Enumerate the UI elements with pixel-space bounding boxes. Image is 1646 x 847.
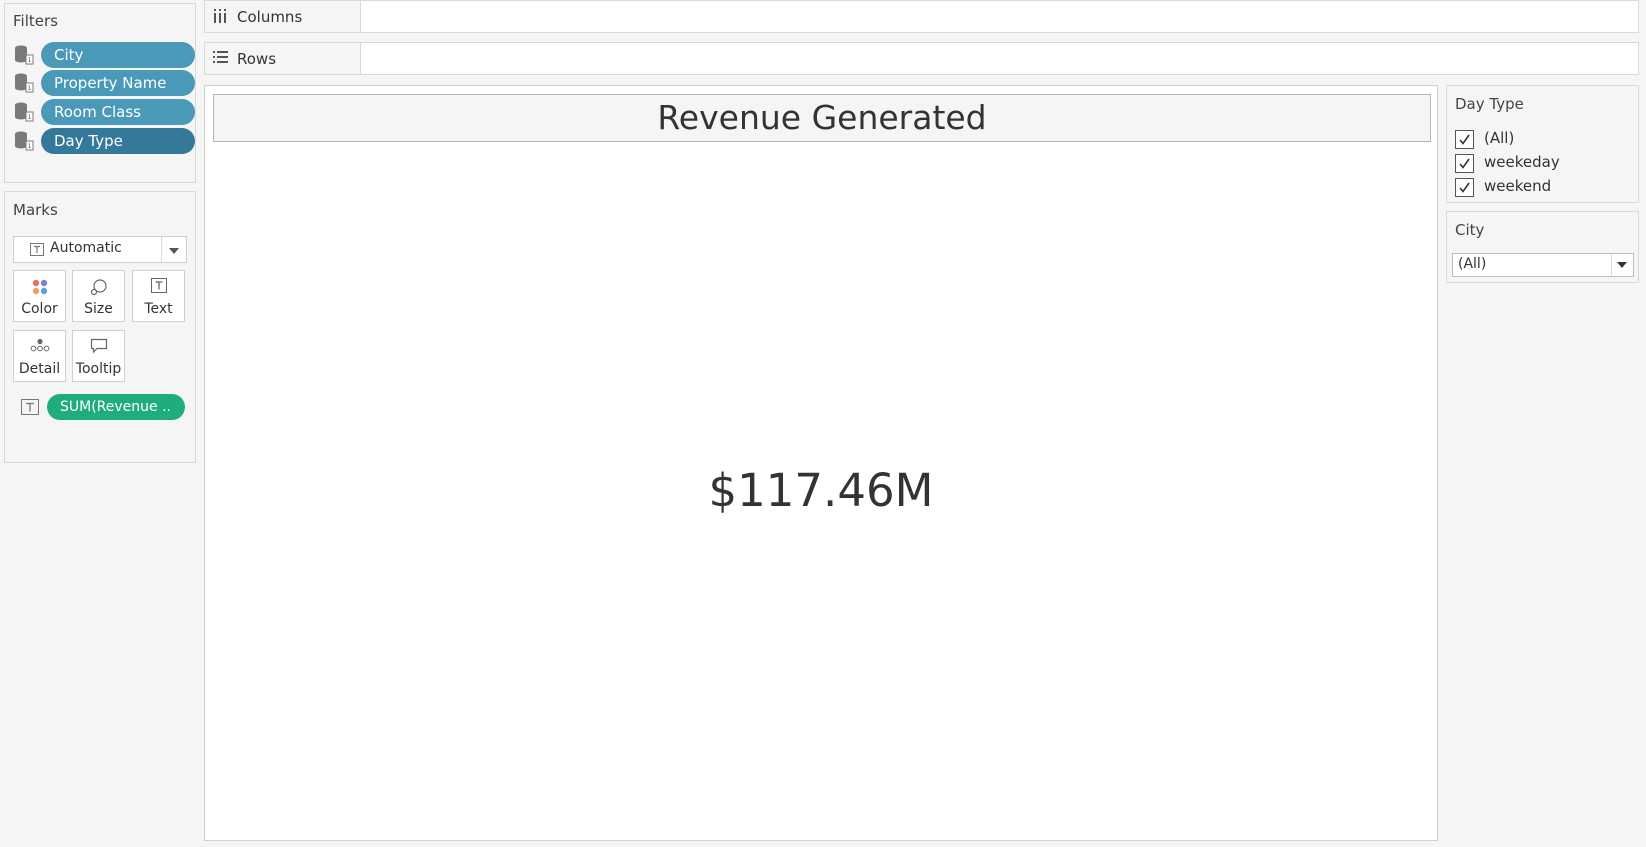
text-mark-icon bbox=[21, 399, 39, 415]
rows-shelf: Rows bbox=[204, 42, 1639, 75]
columns-shelf-header: Columns bbox=[205, 1, 361, 32]
detail-button[interactable]: Detail bbox=[13, 330, 66, 382]
columns-drop-zone[interactable] bbox=[361, 1, 1638, 32]
columns-icon bbox=[214, 9, 226, 23]
dropdown-divider bbox=[161, 237, 162, 262]
rows-label: Rows bbox=[237, 50, 277, 68]
columns-shelf: Columns bbox=[204, 0, 1639, 33]
chevron-down-icon[interactable] bbox=[1617, 262, 1627, 268]
text-label: Text bbox=[144, 301, 173, 317]
database-icon: 1 bbox=[15, 131, 34, 151]
checkbox[interactable] bbox=[1455, 178, 1474, 197]
color-button[interactable]: Color bbox=[13, 270, 66, 322]
filter-city[interactable]: 1 City bbox=[11, 42, 195, 68]
mark-type-dropdown[interactable]: Automatic bbox=[13, 236, 187, 263]
city-filter-card: City (All) bbox=[1446, 211, 1639, 283]
sum-revenue-pill[interactable]: SUM(Revenue .. bbox=[47, 394, 185, 420]
day-type-filter-title: Day Type bbox=[1455, 95, 1524, 113]
city-select[interactable]: (All) bbox=[1452, 253, 1634, 277]
revenue-kpi-value[interactable]: $117.46M bbox=[205, 464, 1437, 517]
chevron-down-icon[interactable] bbox=[169, 248, 179, 254]
rows-icon bbox=[213, 51, 228, 63]
columns-label: Columns bbox=[237, 8, 303, 26]
checkbox[interactable] bbox=[1455, 154, 1474, 173]
text-button[interactable]: Text bbox=[132, 270, 185, 322]
svg-text:1: 1 bbox=[28, 57, 32, 64]
checkmark-icon bbox=[1459, 158, 1470, 169]
size-icon bbox=[90, 279, 107, 296]
day-type-option-weekend[interactable]: weekend bbox=[1455, 176, 1635, 198]
filter-day-type[interactable]: 1 Day Type bbox=[11, 128, 195, 154]
option-label: weekeday bbox=[1484, 153, 1560, 171]
dropdown-divider bbox=[1611, 254, 1612, 276]
svg-text:1: 1 bbox=[28, 114, 32, 121]
checkmark-icon bbox=[1459, 134, 1470, 145]
marks-title: Marks bbox=[13, 201, 58, 219]
viz-title[interactable]: Revenue Generated bbox=[213, 94, 1431, 142]
filter-pill-property-name[interactable]: Property Name bbox=[41, 70, 195, 96]
city-select-value: (All) bbox=[1458, 256, 1487, 272]
tooltip-icon bbox=[90, 338, 107, 354]
filter-room-class[interactable]: 1 Room Class bbox=[11, 99, 195, 125]
rows-shelf-header: Rows bbox=[205, 43, 361, 74]
checkbox[interactable] bbox=[1455, 130, 1474, 149]
svg-text:1: 1 bbox=[28, 85, 32, 92]
city-filter-title: City bbox=[1455, 221, 1485, 239]
marks-card: Marks Automatic Color Size Text Detail T… bbox=[4, 191, 196, 463]
color-icon bbox=[32, 279, 47, 295]
detail-icon bbox=[30, 338, 49, 352]
day-type-option-weekday[interactable]: weekeday bbox=[1455, 152, 1635, 174]
text-mark-icon bbox=[30, 243, 44, 256]
svg-text:1: 1 bbox=[28, 143, 32, 150]
color-label: Color bbox=[21, 301, 58, 317]
tooltip-label: Tooltip bbox=[75, 361, 122, 377]
size-label: Size bbox=[84, 301, 113, 317]
database-icon: 1 bbox=[15, 45, 34, 65]
day-type-option-all[interactable]: (All) bbox=[1455, 128, 1635, 150]
rows-drop-zone[interactable] bbox=[361, 43, 1638, 74]
filters-card: Filters 1 City 1 Property Name 1 Room Cl… bbox=[4, 3, 196, 183]
database-icon: 1 bbox=[15, 73, 34, 93]
checkmark-icon bbox=[1459, 182, 1470, 193]
filters-title: Filters bbox=[13, 12, 58, 30]
marks-field-row[interactable]: SUM(Revenue .. bbox=[19, 394, 189, 420]
filter-pill-day-type[interactable]: Day Type bbox=[41, 128, 195, 154]
option-label: (All) bbox=[1484, 129, 1515, 147]
detail-label: Detail bbox=[18, 361, 61, 377]
filter-pill-city[interactable]: City bbox=[41, 42, 195, 68]
viz-canvas[interactable]: Revenue Generated $117.46M bbox=[204, 85, 1438, 841]
database-icon: 1 bbox=[15, 102, 34, 122]
size-button[interactable]: Size bbox=[72, 270, 125, 322]
mark-type-label: Automatic bbox=[50, 240, 122, 256]
option-label: weekend bbox=[1484, 177, 1552, 195]
day-type-filter-card: Day Type (All) weekeday weekend bbox=[1446, 85, 1639, 203]
tooltip-button[interactable]: Tooltip bbox=[72, 330, 125, 382]
text-icon bbox=[150, 278, 167, 293]
filter-pill-room-class[interactable]: Room Class bbox=[41, 99, 195, 125]
filter-property-name[interactable]: 1 Property Name bbox=[11, 70, 195, 96]
